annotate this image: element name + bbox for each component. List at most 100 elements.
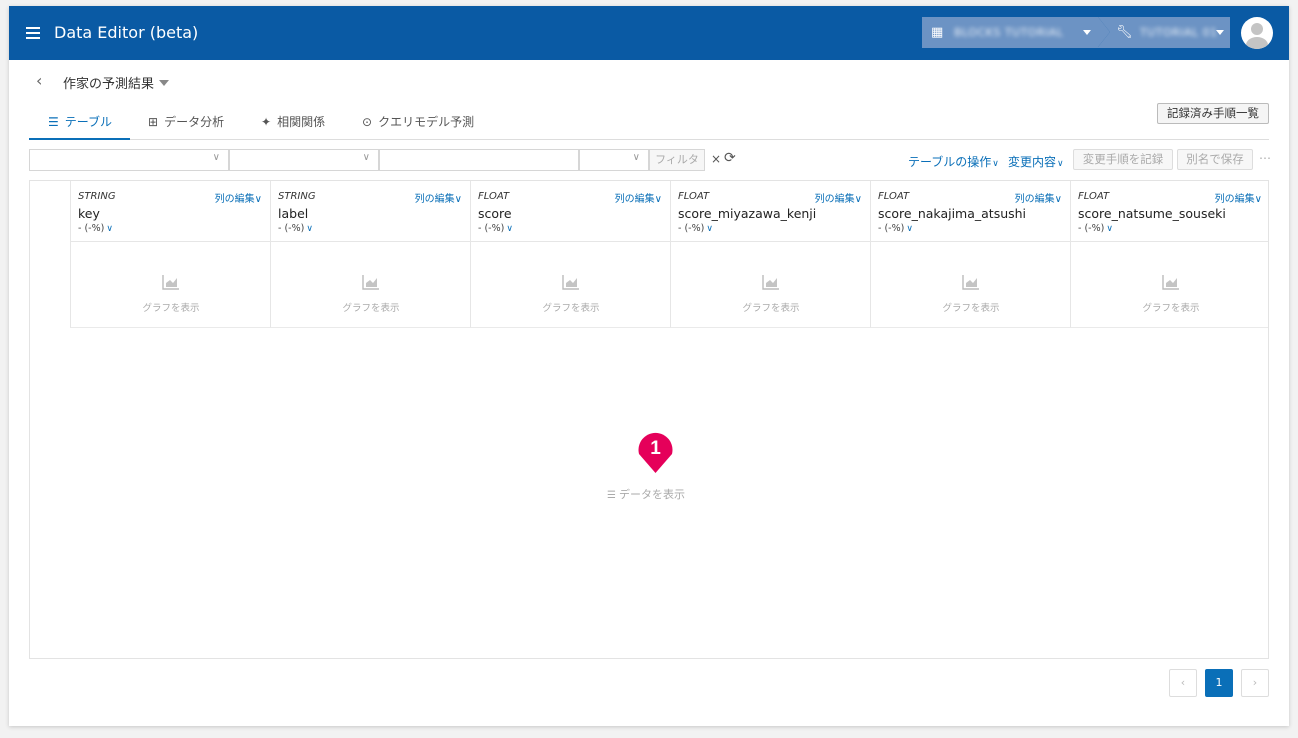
show-graph-label: グラフを表示 [342, 303, 400, 314]
column-name: score [478, 206, 512, 221]
column-type: FLOAT [1078, 191, 1110, 202]
filter-column-select[interactable]: ∨ [29, 149, 229, 171]
more-icon[interactable]: ⋯ [1259, 151, 1271, 165]
chart-icon [962, 275, 979, 290]
column-header: STRING 列の編集∨ label - (-%) ∨ [270, 181, 470, 242]
tab-bar: ☰ テーブル ⊞ データ分析 ✦ 相関関係 ⊙ クエリモデル予測 [29, 104, 1269, 140]
column-type: STRING [78, 191, 116, 202]
column-stats[interactable]: - (-%) ∨ [278, 223, 313, 234]
query-model-icon: ⊙ [362, 115, 373, 129]
edit-column-link[interactable]: 列の編集∨ [1215, 190, 1262, 205]
column-name: label [278, 206, 309, 221]
chart-icon [1162, 275, 1179, 290]
project-selector[interactable]: 🔧︎ TUTORIAL 01 [1098, 17, 1230, 48]
show-graph-cell[interactable]: グラフを表示 [870, 242, 1070, 328]
chart-icon [162, 275, 179, 290]
column-header: FLOAT 列の編集∨ score_natsume_souseki - (-%)… [1070, 181, 1268, 242]
menu-icon[interactable] [26, 27, 40, 39]
show-graph-cell[interactable]: グラフを表示 [70, 242, 270, 328]
show-graph-label: グラフを表示 [742, 303, 800, 314]
show-graph-cell[interactable]: グラフを表示 [470, 242, 670, 328]
chevron-down-icon: ∨ [706, 224, 713, 234]
org-name: BLOCKS TUTORIAL [954, 26, 1064, 39]
chevron-down-icon: ∨ [506, 224, 513, 234]
lightbulb-icon: ✦ [261, 115, 272, 129]
show-graph-label: グラフを表示 [1142, 303, 1200, 314]
chevron-down-icon: ∨ [362, 152, 370, 163]
column-stats[interactable]: - (-%) ∨ [478, 223, 513, 234]
filter-value-input[interactable] [379, 149, 579, 171]
column-stats[interactable]: - (-%) ∨ [1078, 223, 1113, 234]
chevron-down-icon: ∨ [306, 224, 313, 234]
table-operations-menu[interactable]: テーブルの操作∨ [908, 153, 999, 170]
edit-column-link[interactable]: 列の編集∨ [615, 190, 662, 205]
edit-column-link[interactable]: 列の編集∨ [415, 190, 462, 205]
column-header: FLOAT 列の編集∨ score - (-%) ∨ [470, 181, 670, 242]
tab-table[interactable]: ☰ テーブル [29, 104, 130, 140]
page-1-button[interactable]: 1 [1205, 669, 1233, 697]
column-header: STRING 列の編集∨ key - (-%) ∨ [70, 181, 270, 242]
edit-column-link[interactable]: 列の編集∨ [215, 190, 262, 205]
edit-column-link[interactable]: 列の編集∨ [1015, 190, 1062, 205]
column-name: score_nakajima_atsushi [878, 206, 1027, 221]
marker-number: 1 [650, 438, 661, 459]
top-bar: Data Editor (beta) ▦ BLOCKS TUTORIAL 🔧︎ … [9, 6, 1289, 60]
prev-page-button[interactable]: ‹ [1169, 669, 1197, 697]
column-header: FLOAT 列の編集∨ score_nakajima_atsushi - (-%… [870, 181, 1070, 242]
column-name: key [78, 206, 100, 221]
building-icon: ▦ [931, 25, 944, 40]
user-avatar[interactable] [1241, 17, 1273, 49]
chevron-down-icon: ∨ [1057, 159, 1064, 169]
column-type: FLOAT [678, 191, 710, 202]
filter-button[interactable]: フィルタ [649, 149, 705, 171]
chevron-down-icon: ∨ [212, 152, 220, 163]
back-icon[interactable]: ‹ [36, 71, 42, 90]
column-stats[interactable]: - (-%) ∨ [678, 223, 713, 234]
org-selector[interactable]: ▦ BLOCKS TUTORIAL [922, 17, 1110, 48]
project-name: TUTORIAL 01 [1140, 26, 1218, 39]
tab-data-analysis[interactable]: ⊞ データ分析 [148, 104, 224, 140]
recorded-steps-button[interactable]: 記録済み手順一覧 [1157, 103, 1269, 124]
app-title: Data Editor (beta) [54, 23, 199, 42]
column-name: score_miyazawa_kenji [678, 206, 817, 221]
plus-square-icon: ⊞ [148, 115, 159, 129]
column-name: score_natsume_souseki [1078, 206, 1226, 221]
filter-mode-select[interactable]: ∨ [579, 149, 649, 171]
page-title[interactable]: 作家の予測結果 [63, 73, 154, 92]
changes-menu[interactable]: 変更内容∨ [1008, 153, 1064, 170]
show-graph-label: グラフを表示 [542, 303, 600, 314]
column-type: FLOAT [878, 191, 910, 202]
clear-filter-icon[interactable]: × [711, 152, 721, 166]
record-steps-button[interactable]: 変更手順を記録 [1073, 149, 1173, 170]
column-header: FLOAT 列の編集∨ score_miyazawa_kenji - (-%) ∨ [670, 181, 870, 242]
column-type: STRING [278, 191, 316, 202]
show-graph-label: グラフを表示 [942, 303, 1000, 314]
chevron-down-icon [1083, 30, 1091, 35]
annotation-marker: 1 [638, 432, 673, 473]
list-icon: ☰ [607, 490, 616, 501]
tab-query-model-prediction[interactable]: ⊙ クエリモデル予測 [362, 104, 474, 140]
show-graph-cell[interactable]: グラフを表示 [670, 242, 870, 328]
column-stats[interactable]: - (-%) ∨ [878, 223, 913, 234]
edit-column-link[interactable]: 列の編集∨ [815, 190, 862, 205]
filter-operator-select[interactable]: ∨ [229, 149, 379, 171]
save-as-button[interactable]: 別名で保存 [1177, 149, 1253, 170]
title-dropdown-icon[interactable] [159, 80, 169, 86]
table-icon: ☰ [48, 115, 59, 129]
show-graph-cell[interactable]: グラフを表示 [270, 242, 470, 328]
show-data-link[interactable]: ☰ データを表示 [607, 486, 685, 502]
refresh-icon[interactable]: ⟳ [724, 150, 736, 166]
chevron-down-icon [1216, 30, 1224, 35]
column-stats[interactable]: - (-%) ∨ [78, 223, 113, 234]
chevron-down-icon: ∨ [632, 152, 640, 163]
column-type: FLOAT [478, 191, 510, 202]
next-page-button[interactable]: › [1241, 669, 1269, 697]
app-window: Data Editor (beta) ▦ BLOCKS TUTORIAL 🔧︎ … [9, 6, 1289, 726]
chevron-down-icon: ∨ [906, 224, 913, 234]
tab-correlation[interactable]: ✦ 相関関係 [261, 104, 325, 140]
chevron-down-icon: ∨ [992, 159, 999, 169]
show-graph-cell[interactable]: グラフを表示 [1070, 242, 1268, 328]
chart-icon [562, 275, 579, 290]
chart-icon [762, 275, 779, 290]
wrench-icon: 🔧︎ [1116, 25, 1133, 40]
